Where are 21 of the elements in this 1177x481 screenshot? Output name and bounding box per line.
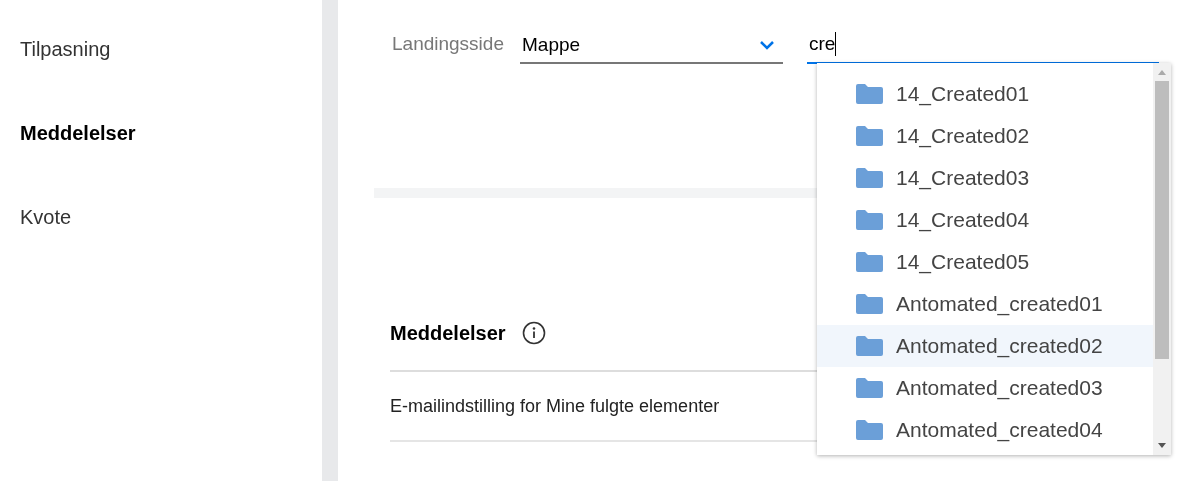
folder-icon: [855, 335, 884, 357]
landing-page-select[interactable]: Mappe: [520, 28, 783, 64]
section-title: Meddelelser: [390, 321, 506, 346]
scrollbar-thumb[interactable]: [1155, 81, 1169, 359]
folder-icon: [855, 167, 884, 189]
folder-icon: [855, 125, 884, 147]
folder-icon: [855, 83, 884, 105]
sidebar-item[interactable]: Tilpasning: [20, 36, 111, 62]
folder-icon: [855, 209, 884, 231]
sidebar-item[interactable]: Meddelelser: [20, 120, 136, 146]
folder-icon: [855, 293, 884, 315]
chevron-down-icon: [759, 40, 775, 50]
info-icon[interactable]: [521, 321, 546, 345]
folder-icon: [855, 419, 884, 441]
scrollbar[interactable]: [1153, 63, 1171, 455]
dropdown-item[interactable]: Antomated_created02: [817, 325, 1153, 367]
folder-icon: [855, 377, 884, 399]
setting-label: E-mailindstilling for Mine fulgte elementer: [390, 394, 720, 418]
sidebar-item[interactable]: Kvote: [20, 204, 72, 230]
folder-icon: [855, 251, 884, 273]
field-label: Landingsside: [392, 31, 504, 56]
